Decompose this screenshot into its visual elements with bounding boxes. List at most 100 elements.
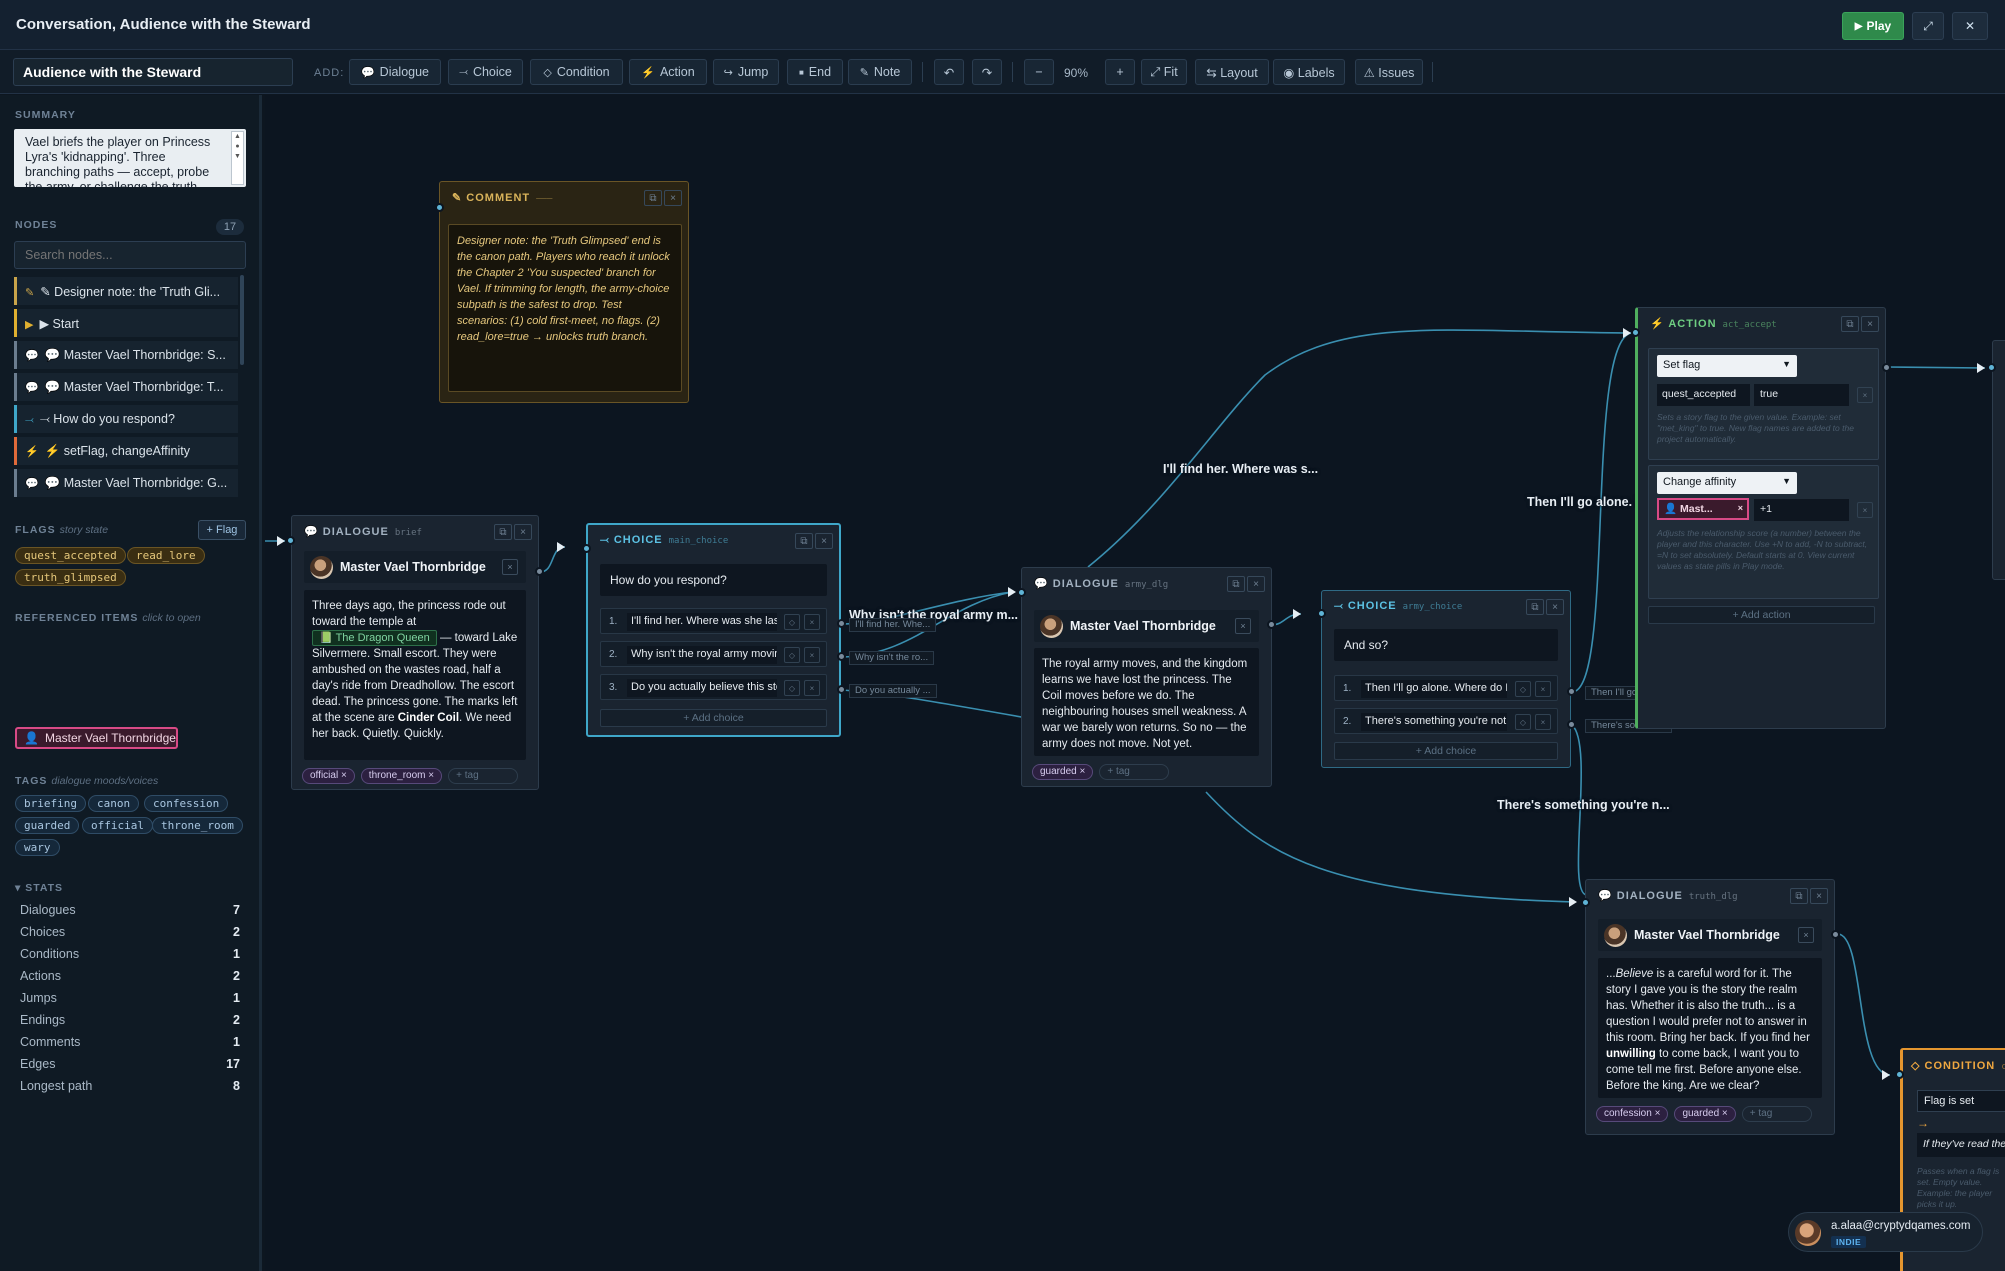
output-port[interactable] xyxy=(837,619,846,628)
dialogue-text[interactable]: ...Believe is a careful word for it. The… xyxy=(1598,958,1822,1098)
edge-label[interactable]: Then I'll go alone. W xyxy=(1527,495,1647,509)
flag-chip[interactable]: truth_glimpsed xyxy=(15,569,126,586)
close-icon[interactable]: × xyxy=(514,524,532,540)
node-list-item[interactable]: ▶ ▶ Start xyxy=(14,309,238,337)
node-list-item[interactable]: 💬 💬 Master Vael Thornbridge: G... xyxy=(14,469,238,497)
comment-node[interactable]: ✎ COMMENT ——— ⧉ × Designer note: the 'Tru… xyxy=(439,181,689,403)
option-text[interactable]: There's something you're not telling me. xyxy=(1361,713,1507,731)
flag-value-input[interactable]: true xyxy=(1754,384,1849,406)
output-port[interactable] xyxy=(1567,720,1576,729)
dialogue-node[interactable]: 💬 DIALOGUE brief ⧉ × Master Vael Thornbri… xyxy=(291,515,539,790)
issues-button[interactable]: ⚠ Issues xyxy=(1355,59,1423,85)
character-select[interactable]: 👤 Mast... × xyxy=(1657,498,1749,520)
remove-icon[interactable]: × xyxy=(1857,387,1873,403)
close-icon[interactable]: × xyxy=(815,533,833,549)
choice-node[interactable]: ⤙ CHOICE army_choice ⧉ × And so? 1. Then … xyxy=(1321,590,1571,768)
tag-chip[interactable]: briefing xyxy=(15,795,86,812)
choice-option[interactable]: 2. Why isn't the royal army moving? ◇ × xyxy=(600,641,827,667)
input-port[interactable] xyxy=(1895,1070,1904,1079)
speaker-field[interactable]: Master Vael Thornbridge × xyxy=(304,551,526,583)
graph-canvas[interactable]: I'll find her. Where was s... Why isn't … xyxy=(265,95,2005,1271)
summary-textarea[interactable]: Vael briefs the player on Princess Lyra'… xyxy=(14,129,246,187)
add-tag-input[interactable]: + tag xyxy=(1099,764,1170,780)
flag-chip[interactable]: read_lore xyxy=(127,547,205,564)
condition-icon[interactable]: ◇ xyxy=(1515,714,1531,730)
remove-icon[interactable]: × xyxy=(1857,502,1873,518)
add-choice-button[interactable]: ⤙ Choice xyxy=(448,59,523,85)
referenced-character[interactable]: 👤 Master Vael Thornbridge xyxy=(15,727,178,749)
flag-chip[interactable]: quest_accepted xyxy=(15,547,126,564)
remove-icon[interactable]: × xyxy=(804,647,820,663)
input-port[interactable] xyxy=(286,536,295,545)
node-header[interactable]: ⤙ CHOICE army_choice ⧉ × xyxy=(1322,591,1570,621)
add-action-button[interactable]: + Add action xyxy=(1648,606,1875,624)
edge-label[interactable]: I'll find her. Where was s... xyxy=(1163,462,1318,476)
node-list-item[interactable]: 💬 💬 Master Vael Thornbridge: T... xyxy=(14,373,238,401)
choice-option[interactable]: 2. There's something you're not telling … xyxy=(1334,708,1558,734)
tag-chip[interactable]: wary xyxy=(15,839,60,856)
input-port[interactable] xyxy=(1987,363,1996,372)
duplicate-icon[interactable]: ⧉ xyxy=(1526,599,1544,615)
dialogue-text[interactable]: The royal army moves, and the kingdom le… xyxy=(1034,648,1259,756)
choice-option[interactable]: 1. Then I'll go alone. Where do I start?… xyxy=(1334,675,1558,701)
zoom-out-button[interactable]: − xyxy=(1024,59,1054,85)
affinity-value-input[interactable]: +1 xyxy=(1754,499,1849,521)
choice-prompt[interactable]: And so? xyxy=(1334,629,1558,661)
duplicate-icon[interactable]: ⧉ xyxy=(1790,888,1808,904)
output-port[interactable] xyxy=(1831,930,1840,939)
add-action-button[interactable]: ⚡ Action xyxy=(629,59,707,85)
edge-label[interactable]: There's something you're n... xyxy=(1497,798,1670,812)
add-choice-button[interactable]: + Add choice xyxy=(1334,742,1558,760)
action-node[interactable]: ⚡ ACTION act_accept ⧉ × Set flag ▼ quest_a… xyxy=(1635,307,1886,729)
input-port[interactable] xyxy=(1631,328,1640,337)
tag-chip[interactable]: confession xyxy=(144,795,229,812)
conversation-name-input[interactable] xyxy=(13,58,293,86)
node-header[interactable]: 💬 DIALOGUE army_dlg ⧉ × xyxy=(1022,568,1271,598)
clear-speaker-icon[interactable]: × xyxy=(502,559,518,575)
remove-icon[interactable]: × xyxy=(1535,714,1551,730)
condition-select[interactable]: Flag is set xyxy=(1917,1090,2005,1112)
summary-scrollbar[interactable]: ▲ ● ▼ xyxy=(231,131,244,185)
node-search-input[interactable] xyxy=(14,241,246,269)
duplicate-icon[interactable]: ⧉ xyxy=(644,190,662,206)
dialogue-node[interactable]: 💬 DIALOGUE army_dlg ⧉ × Master Vael Thorn… xyxy=(1021,567,1272,787)
play-button[interactable]: ▶ Play xyxy=(1842,12,1904,40)
input-port[interactable] xyxy=(435,203,444,212)
node-list-item[interactable]: 💬 💬 Master Vael Thornbridge: S... xyxy=(14,341,238,369)
remove-icon[interactable]: × xyxy=(804,614,820,630)
tag-chip[interactable]: throne_room xyxy=(152,817,243,834)
node-tag[interactable]: official × xyxy=(302,768,355,784)
condition-icon[interactable]: ◇ xyxy=(784,614,800,630)
offscreen-node[interactable] xyxy=(1992,340,2005,580)
dialogue-node[interactable]: 💬 DIALOGUE truth_dlg ⧉ × Master Vael Thor… xyxy=(1585,879,1835,1135)
add-condition-button[interactable]: ◇ Condition xyxy=(530,59,623,85)
close-icon[interactable]: × xyxy=(1861,316,1879,332)
output-port[interactable] xyxy=(1882,363,1891,372)
flag-name-input[interactable]: quest_accepted xyxy=(1657,384,1750,406)
option-text[interactable]: Why isn't the royal army moving? xyxy=(627,646,777,664)
duplicate-icon[interactable]: ⧉ xyxy=(795,533,813,549)
node-list-scrollbar[interactable] xyxy=(240,275,244,365)
option-text[interactable]: Do you actually believe this story? xyxy=(627,679,777,697)
node-header[interactable]: ⤙ CHOICE main_choice ⧉ × xyxy=(588,525,839,555)
choice-option[interactable]: 1. I'll find her. Where was she last see… xyxy=(600,608,827,634)
duplicate-icon[interactable]: ⧉ xyxy=(1227,576,1245,592)
condition-icon[interactable]: ◇ xyxy=(1515,681,1531,697)
fit-button[interactable]: ⤢ Fit xyxy=(1141,59,1187,85)
node-tag[interactable]: throne_room × xyxy=(360,768,443,784)
node-list-item[interactable]: ⚡ ⚡ setFlag, changeAffinity xyxy=(14,437,238,465)
node-list-item[interactable]: ⤙ ⤙ How do you respond? xyxy=(14,405,238,433)
output-port[interactable] xyxy=(535,567,544,576)
tag-chip[interactable]: guarded xyxy=(15,817,80,834)
input-port[interactable] xyxy=(1317,609,1326,618)
labels-button[interactable]: ◉ Labels xyxy=(1273,59,1345,85)
node-header[interactable]: 💬 DIALOGUE brief ⧉ × xyxy=(292,516,538,546)
node-header[interactable]: 💬 DIALOGUE truth_dlg ⧉ × xyxy=(1586,880,1834,910)
close-icon[interactable]: × xyxy=(1247,576,1265,592)
inline-reference[interactable]: 📗 The Dragon Queen xyxy=(312,630,437,646)
node-header[interactable]: ⚡ ACTION act_accept ⧉ × xyxy=(1638,308,1885,338)
undo-icon[interactable]: ↶ xyxy=(934,59,964,85)
output-port[interactable] xyxy=(837,652,846,661)
user-account[interactable]: a.alaa@cryptydqames.com INDIE xyxy=(1788,1212,1983,1252)
condition-branch-text[interactable]: If they've read the xyxy=(1917,1133,2005,1157)
